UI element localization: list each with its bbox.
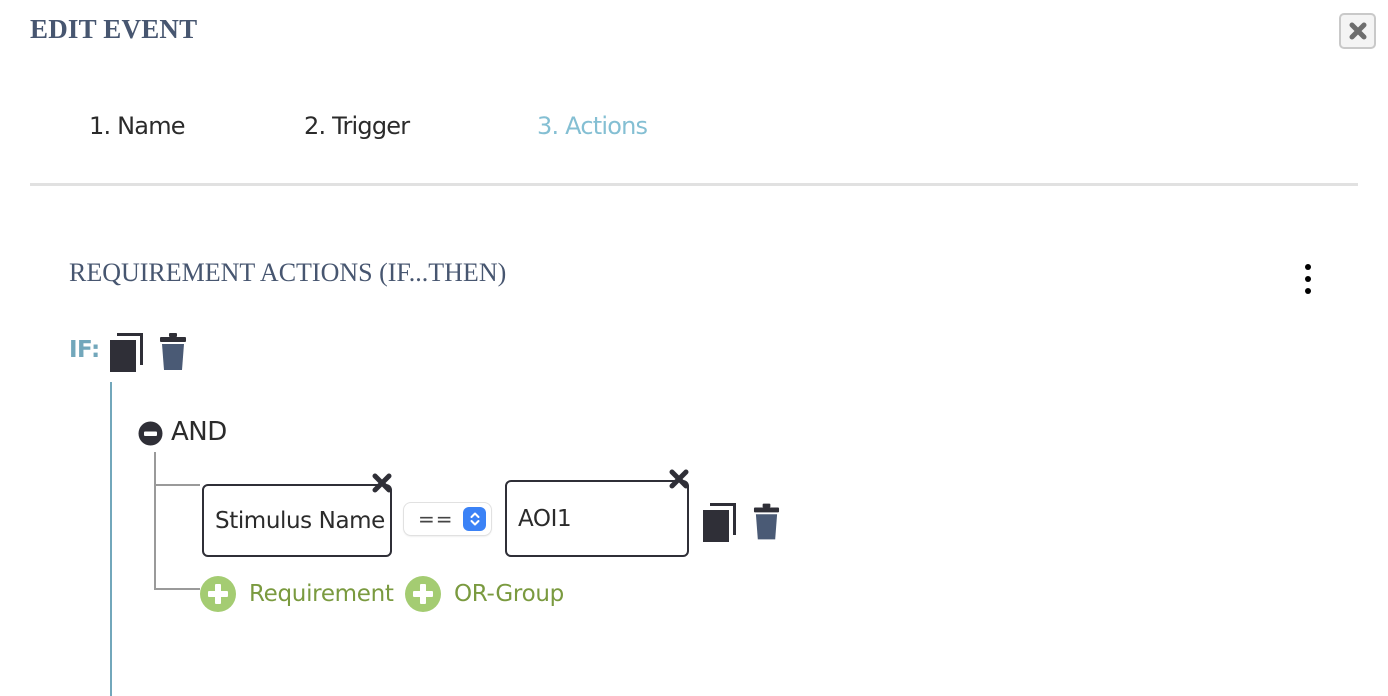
tree-connector-add	[154, 588, 200, 590]
tab-trigger[interactable]: 2. Trigger	[304, 112, 410, 140]
right-operand-value: AOI1	[518, 505, 572, 532]
copy-requirement-button[interactable]	[703, 503, 737, 546]
close-x-icon	[669, 469, 689, 489]
group-operator-label: AND	[171, 417, 227, 447]
close-x-icon	[1349, 22, 1366, 40]
tree-connector-vertical	[154, 452, 156, 590]
select-stepper-icon	[463, 507, 486, 531]
trash-icon	[160, 333, 186, 370]
close-button[interactable]	[1339, 13, 1376, 49]
plus-circle-icon	[405, 576, 441, 612]
copy-icon	[110, 333, 143, 372]
left-operand-value: Stimulus Name	[215, 507, 385, 534]
comparator-value: ==	[418, 507, 454, 531]
add-or-group-button[interactable]: OR-Group	[405, 576, 564, 612]
right-operand-field[interactable]: AOI1	[505, 480, 689, 557]
wizard-tabs: 1. Name 2. Trigger 3. Actions	[0, 112, 1388, 152]
delete-requirement-button[interactable]	[753, 503, 780, 545]
tab-name[interactable]: 1. Name	[89, 112, 186, 140]
if-branch-line	[110, 382, 112, 696]
dialog-title: EDIT EVENT	[30, 14, 198, 44]
add-requirement-label: Requirement	[249, 581, 394, 607]
tab-actions[interactable]: 3. Actions	[537, 112, 648, 140]
minus-circle-icon	[138, 421, 163, 446]
left-operand-field[interactable]: Stimulus Name	[202, 484, 392, 557]
collapse-group-button[interactable]	[138, 421, 163, 446]
close-x-icon	[372, 473, 392, 493]
trash-icon	[753, 503, 780, 540]
add-or-group-label: OR-Group	[454, 581, 564, 607]
plus-circle-icon	[200, 576, 236, 612]
tabs-divider	[30, 183, 1358, 186]
if-label: IF:	[69, 337, 100, 363]
clear-right-operand-button[interactable]	[668, 468, 690, 490]
section-title: REQUIREMENT ACTIONS (IF...THEN)	[69, 258, 507, 287]
add-requirement-button[interactable]: Requirement	[200, 576, 394, 612]
copy-if-button[interactable]	[109, 333, 145, 377]
delete-if-button[interactable]	[159, 333, 187, 375]
copy-icon	[703, 503, 736, 542]
tree-connector-requirement	[154, 484, 200, 486]
comparator-select[interactable]: ==	[404, 503, 491, 535]
clear-left-operand-button[interactable]	[371, 472, 393, 494]
kebab-menu-icon[interactable]	[1298, 262, 1318, 296]
